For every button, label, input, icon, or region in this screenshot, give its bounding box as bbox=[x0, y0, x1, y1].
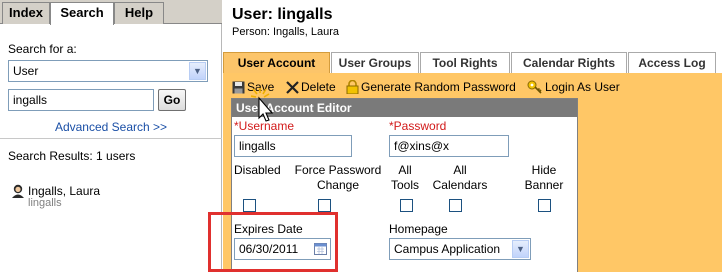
tab-bar: User Account User Groups Tool Rights Cal… bbox=[223, 52, 722, 74]
search-type-select[interactable]: User ▼ bbox=[8, 60, 208, 82]
login-as-user-button[interactable]: Login As User bbox=[527, 80, 620, 94]
divider bbox=[0, 138, 222, 139]
person-label: Person: Ingalls, Laura bbox=[232, 26, 340, 38]
delete-button[interactable]: Delete bbox=[286, 80, 336, 94]
hide-banner-label-line1: Hide bbox=[531, 163, 557, 177]
search-results-label: Search Results: 1 users bbox=[8, 149, 136, 163]
homepage-label: Homepage bbox=[389, 222, 448, 236]
all-tools-label: All Tools bbox=[390, 163, 420, 193]
force-password-change-label: Force Password Change bbox=[288, 163, 388, 193]
key-icon bbox=[527, 80, 542, 94]
search-panel: Index Search Help Search for a: User ▼ i… bbox=[0, 0, 222, 272]
search-result-username: lingalls bbox=[28, 197, 62, 209]
advanced-search-link[interactable]: Advanced Search >> bbox=[0, 120, 222, 134]
homepage-value: Campus Application bbox=[394, 242, 501, 256]
expires-date-highlight bbox=[208, 212, 338, 272]
go-button[interactable]: Go bbox=[158, 89, 186, 111]
lock-icon bbox=[346, 80, 359, 94]
hide-banner-checkbox[interactable] bbox=[538, 199, 551, 212]
page-title: User: lingalls bbox=[232, 6, 333, 23]
tab-search[interactable]: Search bbox=[50, 2, 114, 25]
homepage-select[interactable]: Campus Application ▼ bbox=[389, 238, 531, 260]
all-calendars-label: All Calendars bbox=[428, 163, 492, 193]
all-tools-label-line2: Tools bbox=[390, 178, 419, 192]
main-panel: User: lingalls Person: Ingalls, Laura Us… bbox=[208, 0, 722, 272]
disabled-label-line1: Disabled bbox=[234, 163, 281, 177]
disabled-checkbox[interactable] bbox=[243, 199, 256, 212]
search-input[interactable]: ingalls bbox=[8, 89, 154, 111]
tab-calendar-rights[interactable]: Calendar Rights bbox=[511, 52, 627, 74]
generate-password-button[interactable]: Generate Random Password bbox=[346, 80, 516, 94]
tab-index[interactable]: Index bbox=[2, 2, 50, 24]
search-result-name[interactable]: Ingalls, Laura bbox=[28, 184, 100, 198]
all-tools-label-line1: All bbox=[398, 163, 412, 177]
all-calendars-checkbox[interactable] bbox=[449, 199, 462, 212]
username-field[interactable]: lingalls bbox=[234, 135, 352, 157]
chevron-down-icon[interactable]: ▼ bbox=[512, 240, 529, 258]
left-tab-bar: Index Search Help bbox=[0, 0, 222, 25]
force-password-label-line1: Force Password bbox=[294, 163, 382, 177]
all-calendars-label-line2: Calendars bbox=[432, 178, 488, 192]
force-password-change-checkbox[interactable] bbox=[318, 199, 331, 212]
tab-user-account[interactable]: User Account bbox=[223, 52, 330, 74]
search-type-value: User bbox=[13, 64, 39, 78]
generate-password-label: Generate Random Password bbox=[361, 80, 516, 94]
hide-banner-label-line2: Banner bbox=[524, 178, 564, 192]
password-field[interactable]: f@xins@x bbox=[389, 135, 509, 157]
tab-access-log[interactable]: Access Log bbox=[628, 52, 716, 74]
force-password-label-line2: Change bbox=[316, 178, 360, 192]
user-icon bbox=[12, 184, 24, 198]
tab-user-groups[interactable]: User Groups bbox=[331, 52, 419, 74]
all-calendars-label-line1: All bbox=[453, 163, 467, 177]
all-tools-checkbox[interactable] bbox=[400, 199, 413, 212]
search-for-label: Search for a: bbox=[8, 42, 77, 56]
delete-label: Delete bbox=[301, 80, 336, 94]
tab-tool-rights[interactable]: Tool Rights bbox=[420, 52, 510, 74]
password-label: *Password bbox=[389, 119, 447, 133]
floppy-disk-icon bbox=[232, 81, 245, 93]
login-as-user-label: Login As User bbox=[545, 80, 620, 94]
delete-x-icon bbox=[286, 80, 299, 94]
hide-banner-label: Hide Banner bbox=[524, 163, 564, 193]
tab-help[interactable]: Help bbox=[114, 2, 164, 24]
mouse-cursor-icon bbox=[251, 88, 274, 122]
editor-heading: User Account Editor bbox=[232, 99, 577, 117]
chevron-down-icon[interactable]: ▼ bbox=[189, 62, 206, 80]
disabled-label: Disabled bbox=[234, 163, 284, 178]
